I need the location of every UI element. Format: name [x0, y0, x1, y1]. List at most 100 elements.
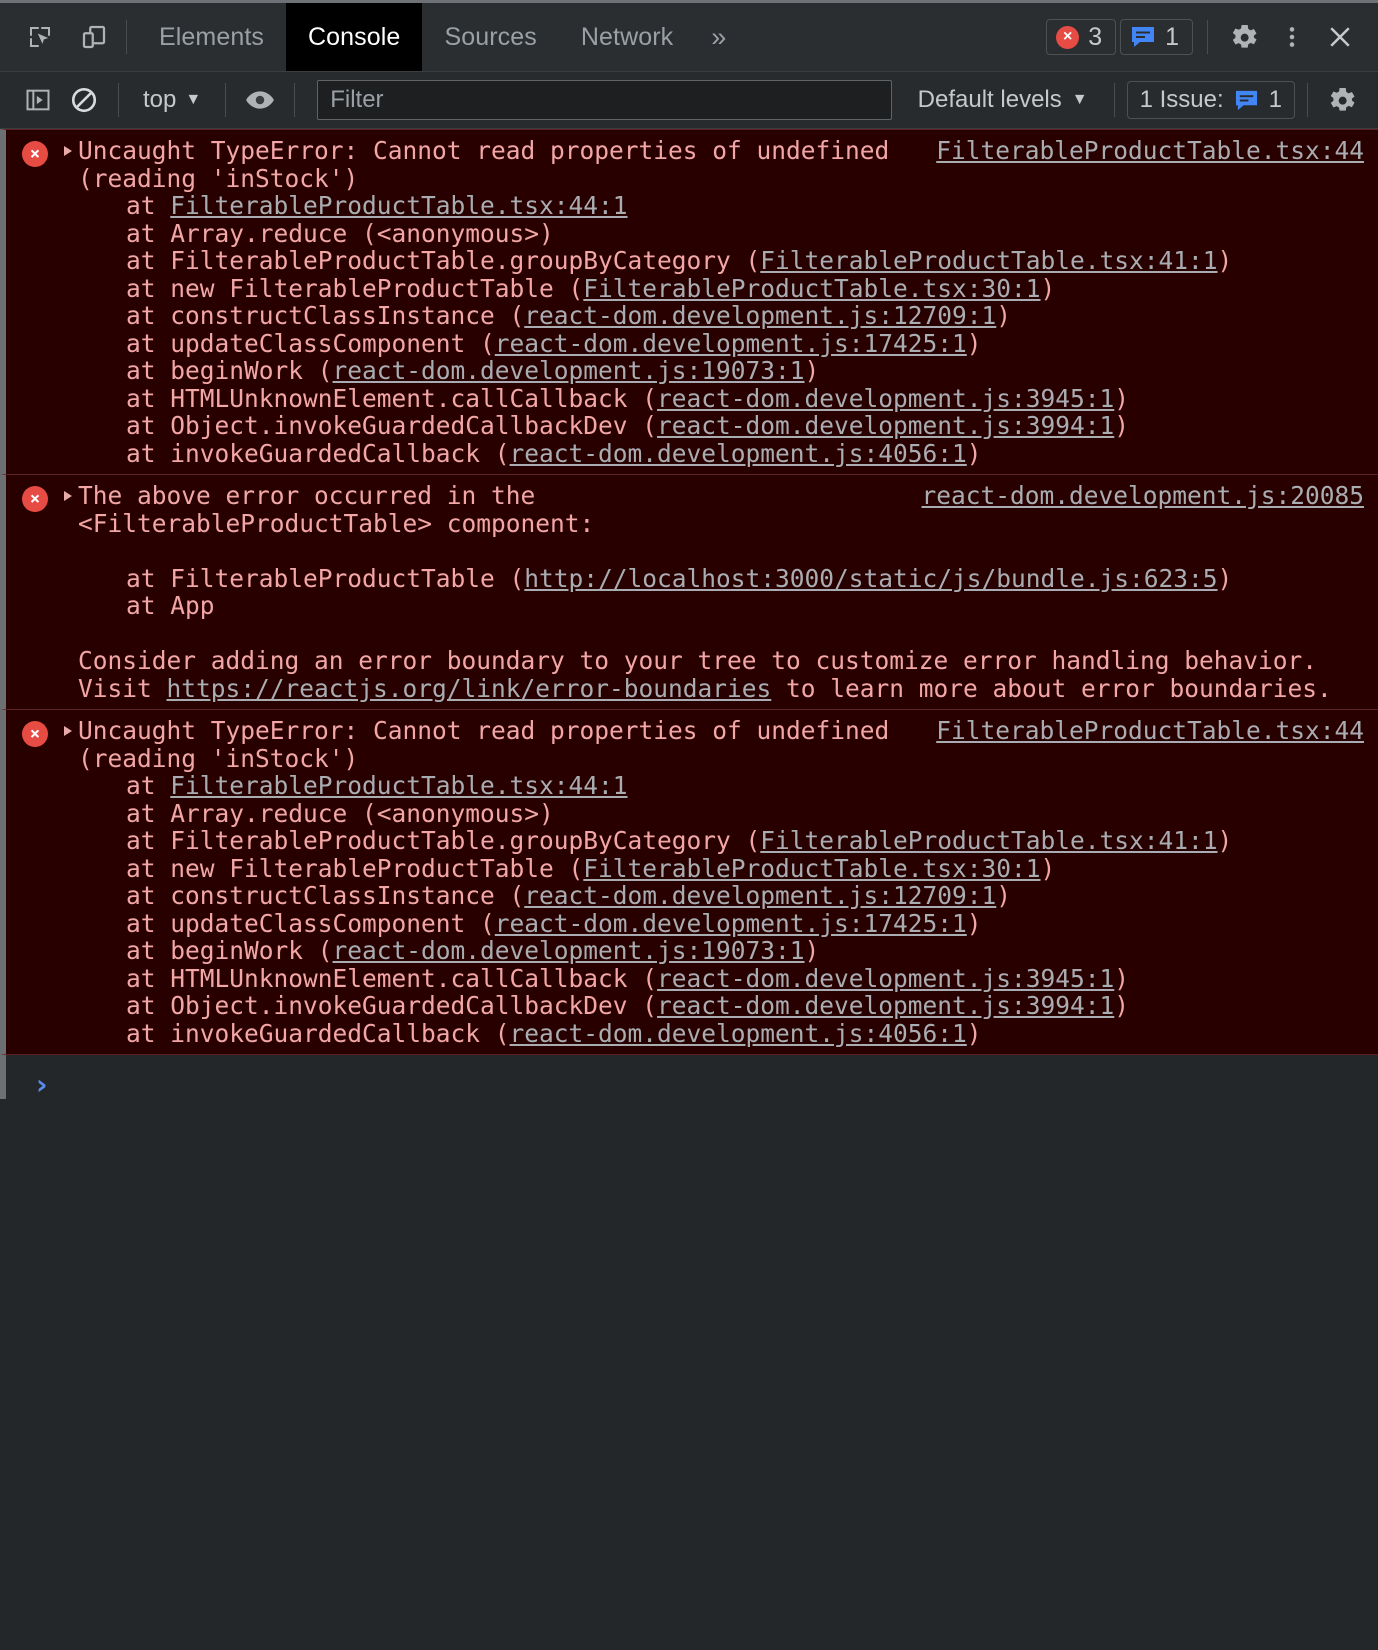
expand-triangle-icon[interactable]: [64, 146, 72, 156]
error-boundaries-doc-link[interactable]: https://reactjs.org/link/error-boundarie…: [167, 674, 772, 703]
stack-link[interactable]: react-dom.development.js:12709:1: [524, 301, 996, 330]
stack-prefix: at: [126, 853, 171, 883]
message-count-badge[interactable]: 1: [1120, 19, 1193, 55]
stack-frame: at FilterableProductTable.groupByCategor…: [126, 827, 1364, 855]
stack-link[interactable]: react-dom.development.js:19073:1: [333, 356, 805, 385]
tab-sources[interactable]: Sources: [422, 3, 558, 71]
source-link[interactable]: FilterableProductTable.tsx:44: [936, 717, 1364, 745]
error-count-badge[interactable]: × 3: [1046, 19, 1117, 55]
filter-input[interactable]: [317, 80, 892, 120]
stack-frame: at FilterableProductTable.tsx:44:1: [126, 192, 1364, 220]
stack-link[interactable]: react-dom.development.js:3945:1: [657, 384, 1114, 413]
console-message-list[interactable]: × Uncaught TypeError: Cannot read proper…: [0, 129, 1378, 1650]
console-divider-2: [225, 83, 227, 117]
stack-fn: App: [170, 591, 215, 620]
stack-suffix: ): [1040, 273, 1056, 303]
log-levels-label: Default levels: [917, 86, 1062, 113]
console-message-error[interactable]: × Uncaught TypeError: Cannot read proper…: [0, 710, 1378, 1055]
stack-fn: new FilterableProductTable (: [170, 273, 584, 303]
stack-link[interactable]: FilterableProductTable.tsx:41:1: [760, 246, 1217, 275]
stack-link[interactable]: react-dom.development.js:4056:1: [510, 1019, 967, 1048]
close-icon[interactable]: [1318, 15, 1362, 59]
stack-link[interactable]: FilterableProductTable.tsx:44:1: [170, 771, 627, 800]
stack-frame: at new FilterableProductTable (Filterabl…: [126, 853, 1364, 883]
more-tabs-chevron-icon[interactable]: »: [695, 3, 742, 71]
error-circle-icon: ×: [22, 721, 48, 747]
console-prompt[interactable]: ›: [0, 1055, 1378, 1099]
tab-elements[interactable]: Elements: [137, 3, 286, 71]
issues-label: 1 Issue:: [1139, 86, 1224, 113]
stack-fn: invokeGuardedCallback (: [170, 1018, 510, 1048]
source-link[interactable]: FilterableProductTable.tsx:44: [936, 137, 1364, 165]
stack-link[interactable]: FilterableProductTable.tsx:44:1: [170, 191, 627, 220]
stack-link[interactable]: react-dom.development.js:12709:1: [524, 881, 996, 910]
tab-console[interactable]: Console: [286, 3, 423, 71]
execution-context-selector[interactable]: top ▼: [131, 86, 213, 114]
live-expression-eye-icon[interactable]: [238, 78, 282, 122]
error-header-text: The above error occurred in the: [78, 481, 536, 510]
filter-wrapper: [317, 80, 892, 120]
device-toolbar-icon[interactable]: [72, 15, 116, 59]
error-header-text: Uncaught TypeError: Cannot read properti…: [78, 136, 890, 165]
stack-link[interactable]: react-dom.development.js:17425:1: [495, 329, 967, 358]
error-header-continuation: (reading 'inStock'): [78, 163, 359, 193]
inspect-cursor-icon[interactable]: [18, 15, 62, 59]
issue-speech-bubble-icon: [1234, 89, 1259, 112]
stack-fn: updateClassComponent (: [170, 328, 495, 358]
source-link[interactable]: react-dom.development.js:20085: [921, 482, 1364, 510]
kebab-menu-icon[interactable]: [1270, 15, 1314, 59]
error-header-continuation: (reading 'inStock'): [78, 743, 359, 773]
stack-link[interactable]: react-dom.development.js:3945:1: [657, 964, 1114, 993]
stack-suffix: ): [966, 438, 982, 468]
console-sidebar-icon[interactable]: [16, 78, 60, 122]
console-message-body: The above error occurred in the react-dom…: [6, 482, 1378, 702]
stack-suffix: ): [966, 328, 982, 358]
stack-link[interactable]: FilterableProductTable.tsx:30:1: [583, 274, 1040, 303]
stack-link[interactable]: http://localhost:3000/static/js/bundle.j…: [524, 564, 1217, 593]
stack-link[interactable]: react-dom.development.js:3994:1: [657, 991, 1114, 1020]
stack-link[interactable]: react-dom.development.js:17425:1: [495, 909, 967, 938]
expand-triangle-icon[interactable]: [64, 726, 72, 736]
stack-suffix: ): [1217, 826, 1233, 855]
stack-suffix: ): [1217, 246, 1233, 275]
error-boundary-visit-line: Visit https://reactjs.org/link/error-bou…: [78, 674, 1364, 703]
stack-frame: at beginWork (react-dom.development.js:1…: [126, 937, 1364, 965]
stack-link[interactable]: react-dom.development.js:19073:1: [333, 936, 805, 965]
stack-link[interactable]: react-dom.development.js:3994:1: [657, 411, 1114, 440]
stack-link[interactable]: react-dom.development.js:4056:1: [510, 439, 967, 468]
console-message-error[interactable]: × Uncaught TypeError: Cannot read proper…: [0, 129, 1378, 475]
console-divider-4: [1113, 83, 1115, 117]
stack-frame: at invokeGuardedCallback (react-dom.deve…: [126, 1018, 1364, 1048]
console-settings-gear-icon[interactable]: [1320, 78, 1364, 122]
expand-triangle-icon[interactable]: [64, 491, 72, 501]
stack-prefix: at: [126, 383, 171, 413]
tabbar-right-tools: × 3 1: [1046, 3, 1378, 71]
execution-context-label: top: [143, 86, 177, 113]
stack-suffix: ): [1114, 991, 1130, 1020]
panel-tabs: Elements Console Sources Network »: [137, 3, 742, 71]
stack-frame: at App: [126, 592, 1364, 620]
stack-prefix: at: [126, 1018, 171, 1048]
stack-fn: Object.invokeGuardedCallbackDev (: [170, 991, 658, 1020]
stack-fn: FilterableProductTable.groupByCategory (: [170, 826, 761, 855]
stack-frame: at FilterableProductTable.tsx:44:1: [126, 772, 1364, 800]
clear-console-icon[interactable]: [62, 78, 106, 122]
error-header-text: Uncaught TypeError: Cannot read properti…: [78, 716, 890, 745]
log-levels-selector[interactable]: Default levels ▼: [904, 86, 1102, 114]
stack-link[interactable]: FilterableProductTable.tsx:30:1: [583, 854, 1040, 883]
gear-icon[interactable]: [1222, 15, 1266, 59]
console-message-error[interactable]: × The above error occurred in the react-d…: [0, 475, 1378, 710]
tab-network[interactable]: Network: [559, 3, 695, 71]
issues-count: 1: [1268, 86, 1282, 113]
stack-fn: HTMLUnknownElement.callCallback (: [170, 963, 658, 993]
stack-link[interactable]: FilterableProductTable.tsx:41:1: [760, 826, 1217, 855]
issues-badge[interactable]: 1 Issue: 1: [1126, 81, 1295, 119]
stack-fn: beginWork (: [170, 936, 333, 965]
message-count-value: 1: [1165, 22, 1179, 51]
stack-frame: at updateClassComponent (react-dom.devel…: [126, 328, 1364, 358]
stack-fn: FilterableProductTable.groupByCategory (: [170, 246, 761, 275]
tabbar-left-tools: [0, 3, 116, 71]
devtools-window: Elements Console Sources Network » × 3 1: [0, 0, 1378, 1650]
stack-trace: at FilterableProductTable.tsx:44:1 at Arr…: [78, 772, 1364, 1047]
stack-fn: invokeGuardedCallback (: [170, 438, 510, 468]
